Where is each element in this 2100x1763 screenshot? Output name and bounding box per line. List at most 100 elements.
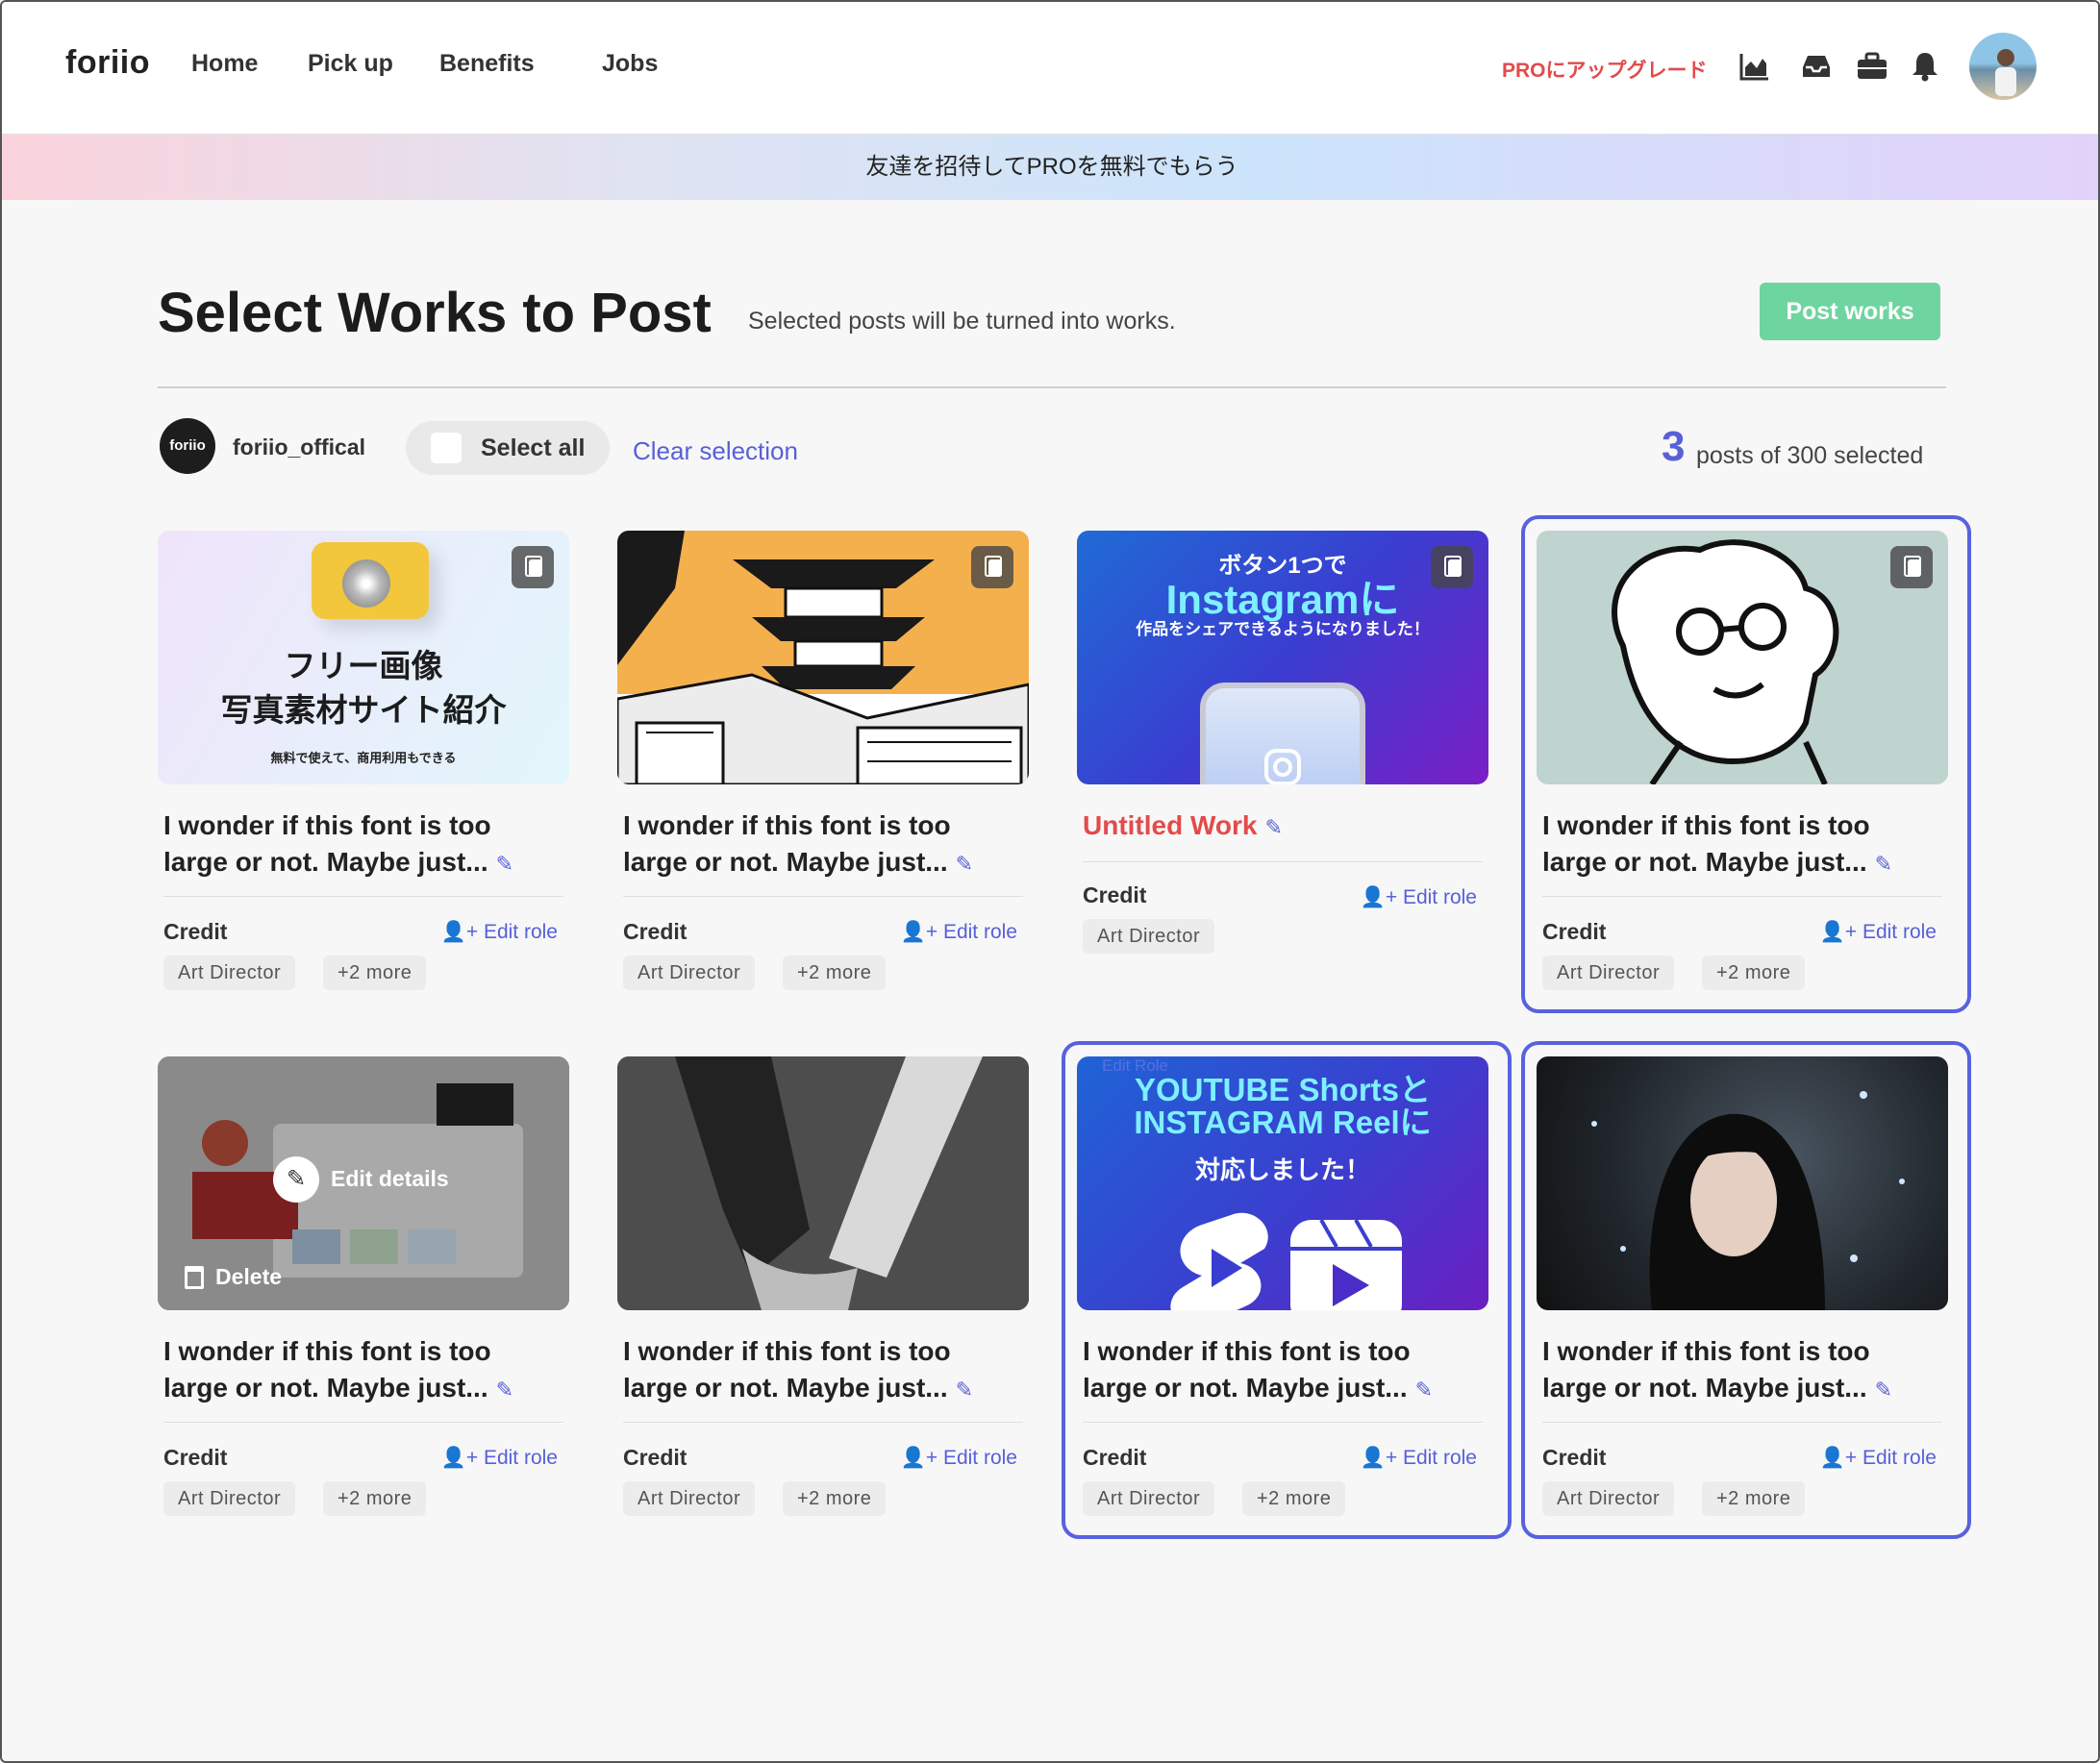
add-user-icon: 👤+	[1360, 886, 1398, 908]
trash-icon	[185, 1266, 204, 1289]
edit-role-button[interactable]: 👤+ Edit role	[901, 921, 1017, 944]
credit-label: Credit	[163, 1445, 228, 1470]
clear-selection-link[interactable]: Clear selection	[633, 436, 798, 466]
top-nav: foriio Home Pick up Benefits Jobs PROにアッ…	[2, 2, 2098, 135]
work-thumbnail[interactable]: ボタン1つで Instagramに 作品をシェアできるようになりました！	[1077, 531, 1488, 784]
camera-illustration	[312, 542, 429, 619]
nav-pickup[interactable]: Pick up	[308, 50, 393, 78]
multiple-images-icon	[1890, 546, 1933, 588]
thumbnail-text: フリー画像 写真素材サイト紹介	[220, 648, 507, 728]
pencil-icon[interactable]: ✎	[496, 852, 513, 876]
work-card[interactable]: ボタン1つで Instagramに 作品をシェアできるようになりました！ Unt…	[1077, 531, 1488, 1011]
role-tag: Art Director	[1083, 1481, 1215, 1516]
work-card-selected[interactable]: I wonder if this font is too large or no…	[1521, 515, 1971, 1013]
work-title[interactable]: I wonder if this font is too large or no…	[163, 807, 558, 882]
select-all-checkbox[interactable]	[431, 433, 462, 463]
more-roles-tag[interactable]: +2 more	[323, 956, 427, 990]
edit-role-button[interactable]: 👤+ Edit role	[1361, 886, 1477, 909]
credit-label: Credit	[1083, 1445, 1147, 1470]
delete-button[interactable]: Delete	[185, 1262, 329, 1297]
credit-label: Credit	[163, 919, 228, 944]
instagram-icon	[1264, 749, 1301, 784]
add-user-icon: 👤+	[1819, 1447, 1858, 1469]
more-roles-tag[interactable]: +2 more	[1242, 1481, 1346, 1516]
more-roles-tag[interactable]: +2 more	[1702, 956, 1806, 990]
nav-benefits[interactable]: Benefits	[439, 50, 535, 78]
work-card[interactable]: I wonder if this font is too large or no…	[617, 531, 1029, 1011]
edit-role-button[interactable]: 👤+ Edit role	[1820, 921, 1937, 944]
role-tag: Art Director	[623, 1481, 756, 1516]
edit-role-button[interactable]: 👤+ Edit role	[901, 1447, 1017, 1470]
credit-label: Credit	[1083, 882, 1147, 907]
work-title[interactable]: I wonder if this font is too large or no…	[623, 807, 1017, 882]
more-roles-tag[interactable]: +2 more	[783, 956, 887, 990]
add-user-icon: 👤+	[900, 921, 938, 943]
work-thumbnail[interactable]: フリー画像 写真素材サイト紹介 無料で使えて、商用利用もできる	[158, 531, 569, 784]
pencil-icon[interactable]: ✎	[956, 852, 973, 876]
work-title[interactable]: I wonder if this font is too large or no…	[1542, 1333, 1937, 1408]
user-avatar[interactable]	[1969, 33, 2037, 100]
work-thumbnail[interactable]	[1537, 531, 1948, 784]
pencil-icon[interactable]: ✎	[496, 1378, 513, 1402]
chart-icon[interactable]	[1738, 50, 1771, 83]
role-tag: Art Director	[1083, 919, 1215, 954]
thumbnail-text: 対応しました！	[1194, 1155, 1370, 1184]
work-title[interactable]: I wonder if this font is too large or no…	[1083, 1333, 1477, 1408]
thumbnail-text: 作品をシェアできるようになりました！	[1136, 620, 1430, 638]
bell-icon[interactable]	[1909, 50, 1941, 83]
edit-role-button[interactable]: 👤+ Edit role	[441, 1447, 558, 1470]
work-card[interactable]: フリー画像 写真素材サイト紹介 無料で使えて、商用利用もできる I wonder …	[158, 531, 569, 1011]
multiple-images-icon	[512, 546, 554, 588]
role-tag: Art Director	[163, 956, 296, 990]
pencil-icon[interactable]: ✎	[1264, 815, 1282, 839]
app-window: foriio Home Pick up Benefits Jobs PROにアッ…	[0, 0, 2100, 1763]
credit-label: Credit	[623, 919, 688, 944]
edit-role-button[interactable]: 👤+ Edit role	[1361, 1447, 1477, 1470]
pencil-icon[interactable]: ✎	[1875, 1378, 1892, 1402]
add-user-icon: 👤+	[1360, 1447, 1398, 1469]
nav-jobs[interactable]: Jobs	[602, 50, 658, 78]
work-card[interactable]: I wonder if this font is too large or no…	[617, 1056, 1029, 1537]
more-roles-tag[interactable]: +2 more	[1702, 1481, 1806, 1516]
pencil-icon[interactable]: ✎	[1415, 1378, 1433, 1402]
pencil-icon[interactable]: ✎	[1875, 852, 1892, 876]
work-thumbnail[interactable]	[1537, 1056, 1948, 1310]
selected-count: 3	[1662, 423, 1686, 470]
page-title: Select Works to Post	[158, 282, 712, 344]
work-thumbnail[interactable]	[617, 1056, 1029, 1310]
work-title[interactable]: I wonder if this font is too large or no…	[163, 1333, 558, 1408]
work-thumbnail[interactable]: ✎ Edit details Delete	[158, 1056, 569, 1310]
invite-banner[interactable]: 友達を招待してPROを無料でもらう	[2, 135, 2098, 200]
pencil-icon[interactable]: ✎	[956, 1378, 973, 1402]
role-tag: Art Director	[1542, 956, 1675, 990]
select-all-toggle[interactable]: Select all	[406, 421, 610, 475]
edit-role-button[interactable]: 👤+ Edit role	[1820, 1447, 1937, 1470]
credit-label: Credit	[1542, 919, 1607, 944]
work-thumbnail[interactable]: Edit Role YOUTUBE Shortsと INSTAGRAM Reelに…	[1077, 1056, 1488, 1310]
work-title[interactable]: I wonder if this font is too large or no…	[1542, 807, 1937, 882]
logo[interactable]: foriio	[65, 44, 150, 82]
edit-details-button[interactable]: ✎ Edit details	[273, 1156, 542, 1203]
work-card[interactable]: ✎ Edit details Delete I wonder if this f…	[158, 1056, 569, 1537]
more-roles-tag[interactable]: +2 more	[323, 1481, 427, 1516]
add-user-icon: 👤+	[440, 1447, 479, 1469]
role-tag: Art Director	[1542, 1481, 1675, 1516]
multiple-images-icon	[1431, 546, 1473, 588]
role-tag: Art Director	[623, 956, 756, 990]
nav-home[interactable]: Home	[191, 50, 258, 78]
work-title[interactable]: Untitled Work ✎	[1083, 807, 1477, 846]
post-works-button[interactable]: Post works	[1760, 283, 1940, 340]
inbox-icon[interactable]	[1800, 50, 1833, 83]
work-title[interactable]: I wonder if this font is too large or no…	[623, 1333, 1017, 1408]
work-thumbnail[interactable]	[617, 531, 1029, 784]
account-name: foriio_offical	[233, 435, 366, 459]
upgrade-link[interactable]: PROにアップグレード	[1502, 55, 1708, 84]
briefcase-icon[interactable]	[1856, 50, 1888, 83]
account-logo: foriio	[160, 418, 215, 474]
add-user-icon: 👤+	[440, 921, 479, 943]
face-illustration	[1612, 539, 1839, 784]
work-card-selected[interactable]: I wonder if this font is too large or no…	[1521, 1041, 1971, 1539]
work-card-selected[interactable]: Edit Role YOUTUBE Shortsと INSTAGRAM Reelに…	[1062, 1041, 1512, 1539]
more-roles-tag[interactable]: +2 more	[783, 1481, 887, 1516]
edit-role-button[interactable]: 👤+ Edit role	[441, 921, 558, 944]
